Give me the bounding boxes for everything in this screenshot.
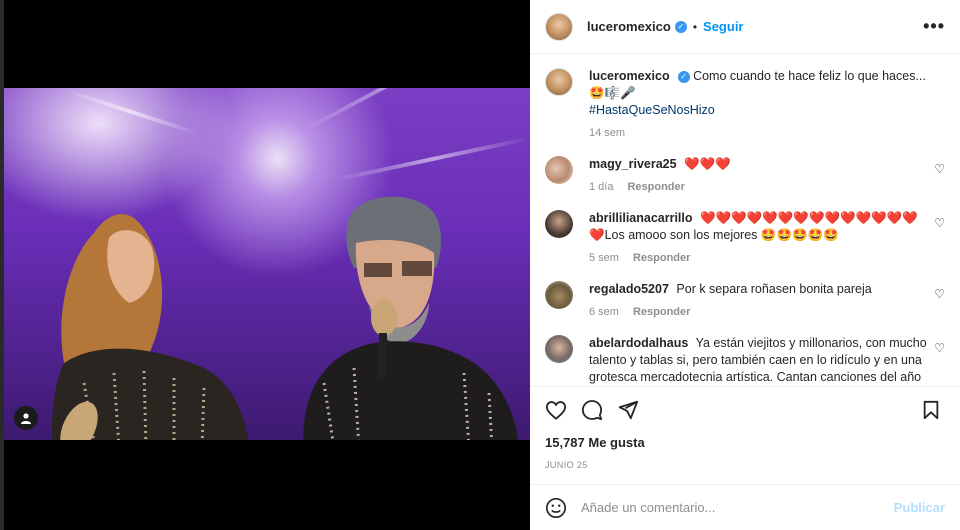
follow-button[interactable]: Seguir xyxy=(703,19,743,34)
comment-text: ❤️❤️❤️ xyxy=(684,157,731,171)
save-bookmark-icon[interactable] xyxy=(922,400,940,420)
singer-man-figure xyxy=(303,196,519,440)
comment-item: magy_rivera25 ❤️❤️❤️ 1 día Responder ♡ xyxy=(545,156,945,196)
verified-badge-icon: ✓ xyxy=(677,70,690,83)
post-photo[interactable] xyxy=(4,88,530,440)
stage-light-beam xyxy=(303,88,509,132)
stage-light-beam xyxy=(333,136,530,182)
more-options-icon[interactable]: ••• xyxy=(923,16,945,37)
likes-count[interactable]: 15,787 Me gusta xyxy=(545,435,945,450)
commenter-avatar[interactable] xyxy=(545,156,573,184)
comment-text: Por k separa roñasen bonita pareja xyxy=(676,282,872,296)
comment-username[interactable]: regalado5207 xyxy=(589,282,669,296)
author-username[interactable]: luceromexico xyxy=(587,19,671,34)
like-comment-heart-icon[interactable]: ♡ xyxy=(934,216,945,230)
post-actions: 15,787 Me gusta JUNIO 25 xyxy=(530,386,960,470)
comment-username[interactable]: magy_rivera25 xyxy=(589,157,677,171)
tagged-users-icon[interactable] xyxy=(14,406,38,430)
post-date[interactable]: JUNIO 25 xyxy=(545,460,945,470)
stage-light-beam xyxy=(63,88,198,136)
emoji-smiley-icon[interactable] xyxy=(545,497,567,519)
comments-list[interactable]: luceromexico ✓ Como cuando te hace feliz … xyxy=(530,54,960,386)
commenter-avatar[interactable] xyxy=(545,210,573,238)
singer-woman-figure xyxy=(52,214,249,440)
comment-time[interactable]: 1 día xyxy=(589,181,613,193)
comment-item: regalado5207 Por k separa roñasen bonita… xyxy=(545,281,945,321)
post-side-panel: luceromexico ✓ • Seguir ••• luceromexico… xyxy=(530,0,960,530)
reply-button[interactable]: Responder xyxy=(627,181,684,193)
like-comment-heart-icon[interactable]: ♡ xyxy=(934,341,945,355)
commenter-avatar[interactable] xyxy=(545,281,573,309)
post-media[interactable] xyxy=(4,0,530,530)
caption-time[interactable]: 14 sem xyxy=(589,127,625,139)
comment-item: abelardodalhaus Ya están viejitos y mill… xyxy=(545,335,945,386)
commenter-avatar[interactable] xyxy=(545,335,573,363)
comment-time[interactable]: 5 sem xyxy=(589,252,619,264)
comment-bubble-icon[interactable] xyxy=(581,399,603,421)
post-header: luceromexico ✓ • Seguir ••• xyxy=(530,0,960,54)
reply-button[interactable]: Responder xyxy=(633,252,690,264)
like-comment-heart-icon[interactable]: ♡ xyxy=(934,287,945,301)
share-paper-plane-icon[interactable] xyxy=(617,399,639,421)
comment-username[interactable]: abrillilianacarrillo xyxy=(589,211,693,225)
verified-badge-icon: ✓ xyxy=(674,20,687,33)
comment-username[interactable]: abelardodalhaus xyxy=(589,336,688,350)
author-avatar[interactable] xyxy=(545,12,573,41)
add-comment-bar: Publicar xyxy=(530,484,960,530)
caption-username[interactable]: luceromexico xyxy=(589,69,670,83)
comment-time[interactable]: 6 sem xyxy=(589,306,619,318)
comment-input[interactable] xyxy=(581,500,871,515)
like-comment-heart-icon[interactable]: ♡ xyxy=(934,162,945,176)
separator-dot: • xyxy=(692,19,698,34)
comment-item: abrillilianacarrillo ❤️❤️❤️❤️❤️❤️❤️❤️❤️❤… xyxy=(545,210,945,267)
caption-hashtag[interactable]: #HastaQueSeNosHizo xyxy=(589,102,929,119)
caption-author-avatar[interactable] xyxy=(545,68,573,96)
like-heart-icon[interactable] xyxy=(545,400,567,420)
caption: luceromexico ✓ Como cuando te hace feliz … xyxy=(545,68,945,142)
publish-button[interactable]: Publicar xyxy=(894,500,945,515)
reply-button[interactable]: Responder xyxy=(633,306,690,318)
